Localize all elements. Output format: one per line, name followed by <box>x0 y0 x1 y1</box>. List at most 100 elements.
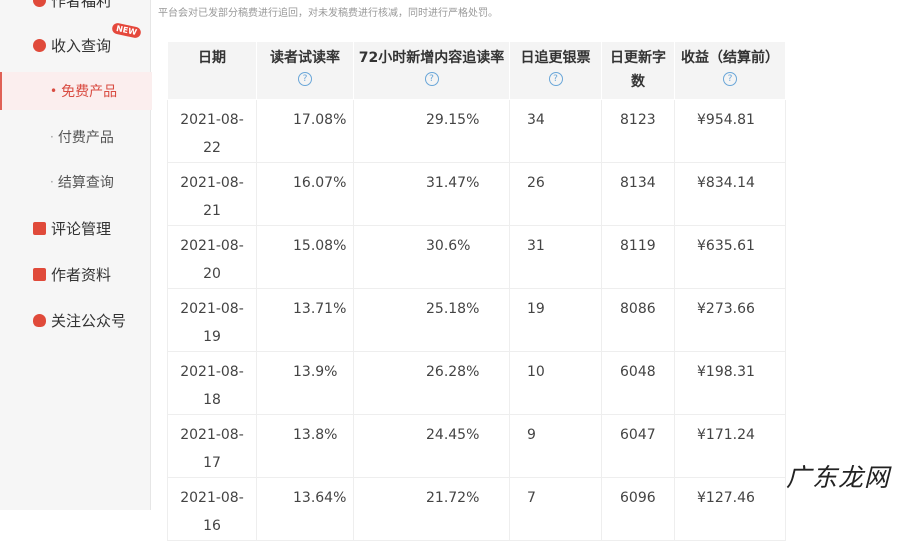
cell-72h-follow-rate: 21.72% <box>353 477 510 541</box>
cell-income: ¥834.14 <box>674 162 786 226</box>
profile-icon <box>33 267 46 281</box>
nav-follow-official-account[interactable]: 关注公众号 <box>0 302 150 338</box>
cell-trial-read-rate: 13.71% <box>256 288 354 352</box>
date-line: 2021-08- <box>180 112 244 128</box>
nav-label: 评论管理 <box>51 219 112 238</box>
date-line: 22 <box>203 140 221 156</box>
cell-daily-words: 8119 <box>601 225 675 289</box>
cell-72h-follow-rate: 25.18% <box>353 288 510 352</box>
cell-72h-follow-rate: 29.15% <box>353 99 510 163</box>
date-line: 2021-08- <box>180 364 244 380</box>
cell-daily-tickets: 19 <box>509 288 602 352</box>
help-icon[interactable]: ? <box>298 72 312 86</box>
cell-trial-read-rate: 16.07% <box>256 162 354 226</box>
help-icon[interactable]: ? <box>548 72 563 86</box>
cell-date: 2021-08- 21 <box>167 162 257 226</box>
nav-free-products[interactable]: • 免费产品 <box>0 72 152 110</box>
col-header-trial-read-rate: 读者试读率 ? <box>256 41 354 100</box>
date-line: 2021-08- <box>180 490 244 506</box>
table-header-row: 日期 读者试读率 ? 72小时新增内容追读率 ? 日追更银票 ? 日更新字 数 … <box>167 41 786 100</box>
author-welfare-icon <box>33 0 46 7</box>
bullet-icon: • <box>50 84 58 98</box>
date-line: 18 <box>203 392 221 408</box>
date-line: 21 <box>203 203 221 219</box>
nav-label: 付费产品 <box>57 130 114 146</box>
col-header-72h-follow-rate: 72小时新增内容追读率 ? <box>353 41 510 100</box>
cell-daily-tickets: 34 <box>509 99 602 163</box>
bullet-icon: · <box>50 130 54 144</box>
watermark: 广东龙网 <box>786 463 891 492</box>
table-row: 2021-08- 22 17.08% 29.15% 34 8123 ¥954.81 <box>167 99 786 163</box>
cell-daily-words: 6047 <box>601 414 675 478</box>
date-line: 20 <box>203 266 221 282</box>
cell-income: ¥273.66 <box>674 288 786 352</box>
cell-72h-follow-rate: 30.6% <box>353 225 510 289</box>
income-table: 日期 读者试读率 ? 72小时新增内容追读率 ? 日追更银票 ? 日更新字 数 … <box>167 41 786 541</box>
cell-trial-read-rate: 13.9% <box>256 351 354 415</box>
date-line: 2021-08- <box>180 301 244 317</box>
table-row: 2021-08- 16 13.64% 21.72% 7 6096 ¥127.46 <box>167 477 786 541</box>
help-icon[interactable]: ? <box>424 72 439 86</box>
cell-daily-words: 6096 <box>601 477 675 541</box>
cell-date: 2021-08- 16 <box>167 477 257 541</box>
table-row: 2021-08- 18 13.9% 26.28% 10 6048 ¥198.31 <box>167 351 786 415</box>
cell-income: ¥127.46 <box>674 477 786 541</box>
col-header-daily-words: 日更新字 数 <box>601 41 675 100</box>
cell-date: 2021-08- 17 <box>167 414 257 478</box>
nav-author-welfare[interactable]: 作者福利 <box>0 0 150 18</box>
cell-daily-words: 8123 <box>601 99 675 163</box>
cell-income: ¥198.31 <box>674 351 786 415</box>
date-line: 2021-08- <box>180 238 244 254</box>
date-line: 16 <box>203 518 221 534</box>
comment-icon <box>33 221 46 235</box>
cell-date: 2021-08- 19 <box>167 288 257 352</box>
cell-daily-words: 6048 <box>601 351 675 415</box>
cell-daily-tickets: 7 <box>509 477 602 541</box>
cell-income: ¥954.81 <box>674 99 786 163</box>
date-line: 19 <box>203 329 221 345</box>
table-row: 2021-08- 20 15.08% 30.6% 31 8119 ¥635.61 <box>167 225 786 289</box>
cell-income: ¥635.61 <box>674 225 786 289</box>
table-row: 2021-08- 19 13.71% 25.18% 19 8086 ¥273.66 <box>167 288 786 352</box>
cell-daily-tickets: 26 <box>509 162 602 226</box>
cell-date: 2021-08- 22 <box>167 99 257 163</box>
nav-label: 收入查询 <box>51 36 112 55</box>
nav-label: 作者资料 <box>51 265 112 284</box>
cell-daily-words: 8134 <box>601 162 675 226</box>
cell-trial-read-rate: 13.64% <box>256 477 354 541</box>
bullet-icon: · <box>50 175 54 189</box>
sidebar: 作者福利 收入查询 NEW • 免费产品 · 付费产品 · 结算查询 评论管理 … <box>0 0 152 510</box>
nav-label: 免费产品 <box>61 84 118 100</box>
date-line: 17 <box>203 455 221 471</box>
cell-trial-read-rate: 13.8% <box>256 414 354 478</box>
nav-paid-products[interactable]: · 付费产品 <box>0 119 150 155</box>
cell-date: 2021-08- 18 <box>167 351 257 415</box>
nav-label: 作者福利 <box>51 0 112 10</box>
nav-settlement-query[interactable]: · 结算查询 <box>0 164 150 200</box>
cell-72h-follow-rate: 26.28% <box>353 351 510 415</box>
cell-daily-words: 8086 <box>601 288 675 352</box>
heart-icon <box>33 313 46 327</box>
col-header-income: 收益（结算前） ? <box>674 41 786 100</box>
col-header-daily-tickets: 日追更银票 ? <box>509 41 602 100</box>
table-row: 2021-08- 21 16.07% 31.47% 26 8134 ¥834.14 <box>167 162 786 226</box>
nav-comment-management[interactable]: 评论管理 <box>0 210 150 246</box>
cell-72h-follow-rate: 24.45% <box>353 414 510 478</box>
nav-author-profile[interactable]: 作者资料 <box>0 256 150 292</box>
nav-label: 关注公众号 <box>51 311 127 330</box>
cell-daily-tickets: 10 <box>509 351 602 415</box>
col-header-date: 日期 <box>167 41 257 100</box>
nav-label: 结算查询 <box>57 175 114 191</box>
notice-line: 平台会对已发部分稿费进行追回，对未发稿费进行核减，同时进行严格处罚。 <box>158 8 498 19</box>
cell-daily-tickets: 31 <box>509 225 602 289</box>
help-icon[interactable]: ? <box>723 72 737 86</box>
date-line: 2021-08- <box>180 427 244 443</box>
cell-72h-follow-rate: 31.47% <box>353 162 510 226</box>
cell-trial-read-rate: 17.08% <box>256 99 354 163</box>
income-query-icon <box>33 38 46 52</box>
cell-date: 2021-08- 20 <box>167 225 257 289</box>
cell-trial-read-rate: 15.08% <box>256 225 354 289</box>
table-row: 2021-08- 17 13.8% 24.45% 9 6047 ¥171.24 <box>167 414 786 478</box>
cell-income: ¥171.24 <box>674 414 786 478</box>
cell-daily-tickets: 9 <box>509 414 602 478</box>
